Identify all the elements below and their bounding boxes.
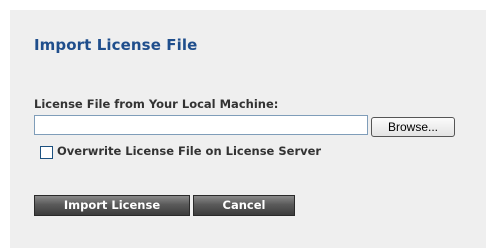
license-file-label: License File from Your Local Machine: bbox=[34, 97, 279, 111]
import-license-panel: Import License File License File from Yo… bbox=[10, 10, 486, 248]
page-title: Import License File bbox=[34, 36, 198, 54]
license-file-input[interactable] bbox=[34, 115, 368, 135]
browse-button[interactable]: Browse... bbox=[371, 117, 455, 137]
cancel-button[interactable]: Cancel bbox=[193, 195, 295, 216]
overwrite-checkbox-label[interactable]: Overwrite License File on License Server bbox=[57, 144, 321, 158]
import-license-button[interactable]: Import License bbox=[34, 195, 190, 216]
overwrite-checkbox[interactable] bbox=[40, 146, 53, 159]
